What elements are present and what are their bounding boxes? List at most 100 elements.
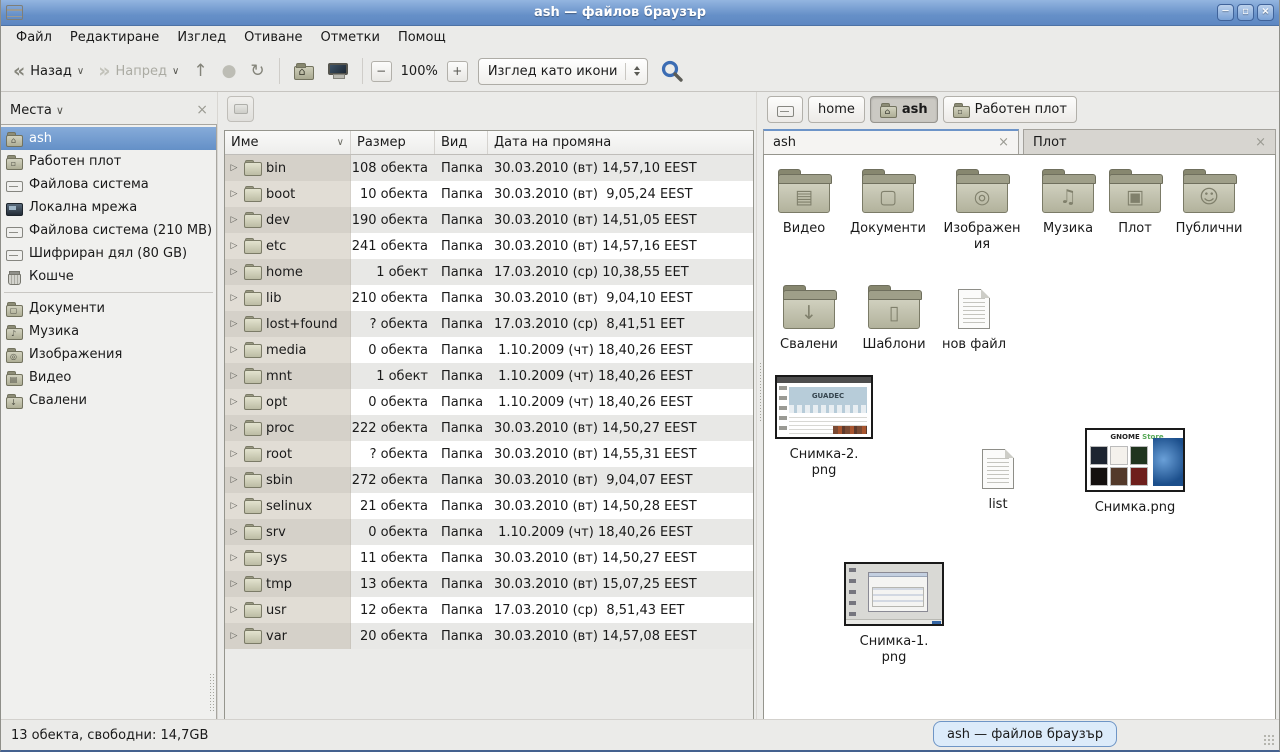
back-history-dropdown-icon[interactable]: ∨ [77, 66, 84, 77]
expander-icon[interactable]: ▷ [229, 241, 239, 251]
close-tab-icon[interactable]: × [990, 135, 1009, 150]
file-item-snimka2[interactable]: GUADEC Снимка-2. png [774, 375, 874, 479]
folder-item-templates[interactable]: ▯ Шаблони [856, 283, 932, 353]
table-row[interactable]: ▷var 20 обектаПапка30.03.2010 (вт) 14,57… [225, 623, 753, 649]
column-header-modified[interactable]: Дата на промяна [488, 131, 753, 154]
table-row[interactable]: ▷sys 11 обектаПапка30.03.2010 (вт) 14,50… [225, 545, 753, 571]
table-row[interactable]: ▷proc 222 обектаПапка30.03.2010 (вт) 14,… [225, 415, 753, 441]
table-row[interactable]: ▷opt 0 обектаПапка 1.10.2009 (чт) 18,40,… [225, 389, 753, 415]
menu-edit[interactable]: Редактиране [61, 26, 168, 51]
table-row[interactable]: ▷usr 12 обектаПапка17.03.2010 (ср) 8,51,… [225, 597, 753, 623]
breadcrumb-desktop-button[interactable]: ▫ Работен плот [943, 96, 1077, 123]
table-row[interactable]: ▷mnt 1 обектПапка 1.10.2009 (чт) 18,40,2… [225, 363, 753, 389]
close-tab-icon[interactable]: × [1247, 135, 1266, 150]
table-row[interactable]: ▷root ? обектаПапка30.03.2010 (вт) 14,55… [225, 441, 753, 467]
expander-icon[interactable]: ▷ [229, 579, 239, 589]
sidebar-item-filesystem[interactable]: Файлова система [1, 173, 216, 196]
folder-item-music[interactable]: ♫ Музика [1030, 167, 1106, 237]
expander-icon[interactable]: ▷ [229, 423, 239, 433]
minimize-icon[interactable]: ─ [1217, 4, 1234, 21]
sidebar-item-encrypted-80gb[interactable]: Шифриран дял (80 GB) [1, 242, 216, 265]
expander-icon[interactable]: ▷ [229, 527, 239, 537]
places-selector[interactable]: Места [10, 103, 52, 118]
folder-item-pictures[interactable]: ◎ Изображен ия [944, 167, 1020, 253]
expander-icon[interactable]: ▷ [229, 397, 239, 407]
expander-icon[interactable]: ▷ [229, 501, 239, 511]
column-header-name[interactable]: Име ∨ [225, 131, 351, 154]
file-item-snimka[interactable]: GNOME Store Снимка.png [1082, 428, 1188, 516]
reload-button[interactable]: ↻ [244, 57, 270, 85]
sidebar-item-downloads[interactable]: ↓ Свалени [1, 389, 216, 412]
tree-location-button[interactable] [227, 96, 254, 122]
folder-item-public[interactable]: ☺ Публични [1171, 167, 1247, 237]
table-row[interactable]: ▷sbin 272 обектаПапка30.03.2010 (вт) 9,0… [225, 467, 753, 493]
titlebar[interactable]: ash — файлов браузър ─ ▫ × [1, 0, 1279, 26]
maximize-icon[interactable]: ▫ [1237, 4, 1254, 21]
sidebar-item-music[interactable]: ♪ Музика [1, 320, 216, 343]
sidebar-item-filesystem-210mb[interactable]: Файлова система (210 MB) [1, 219, 216, 242]
table-row[interactable]: ▷selinux 21 обектаПапка30.03.2010 (вт) 1… [225, 493, 753, 519]
table-row[interactable]: ▷srv 0 обектаПапка 1.10.2009 (чт) 18,40,… [225, 519, 753, 545]
column-header-size[interactable]: Размер [351, 131, 435, 154]
expander-icon[interactable]: ▷ [229, 189, 239, 199]
sidebar-item-local-network[interactable]: Локална мрежа [1, 196, 216, 219]
zoom-in-button[interactable]: + [447, 61, 468, 82]
expander-icon[interactable]: ▷ [229, 449, 239, 459]
file-item-list[interactable]: list [960, 443, 1036, 513]
table-row[interactable]: ▷boot 10 обектаПапка30.03.2010 (вт) 9,05… [225, 181, 753, 207]
home-button[interactable] [288, 58, 320, 85]
expander-icon[interactable]: ▷ [229, 553, 239, 563]
expander-icon[interactable]: ▷ [229, 293, 239, 303]
expander-icon[interactable]: ▷ [229, 267, 239, 277]
tab-ash[interactable]: ash × [763, 129, 1019, 154]
folder-item-desktop[interactable]: ▣ Плот [1097, 167, 1173, 237]
file-item-new-file[interactable]: нов файл [936, 283, 1012, 353]
pane-resize-grip[interactable] [209, 673, 214, 711]
table-row[interactable]: ▷tmp 13 обектаПапка30.03.2010 (вт) 15,07… [225, 571, 753, 597]
window-resize-grip[interactable] [1263, 734, 1276, 747]
search-icon[interactable] [660, 59, 684, 83]
table-row[interactable]: ▷etc 241 обектаПапка30.03.2010 (вт) 14,5… [225, 233, 753, 259]
icon-view[interactable]: ▤ Видео ▢ Документи ◎ Изображен ия ♫ Муз… [763, 154, 1276, 719]
menu-file[interactable]: Файл [7, 26, 61, 51]
expander-icon[interactable]: ▷ [229, 631, 239, 641]
expander-icon[interactable]: ▷ [229, 345, 239, 355]
folder-item-video[interactable]: ▤ Видео [766, 167, 842, 237]
back-button[interactable]: « Назад ∨ [7, 58, 90, 84]
folder-item-downloads[interactable]: ↓ Свалени [771, 283, 847, 353]
folder-item-documents[interactable]: ▢ Документи [850, 167, 926, 237]
expander-icon[interactable]: ▷ [229, 475, 239, 485]
sidebar-item-video[interactable]: ▤ Видео [1, 366, 216, 389]
table-row[interactable]: ▷media 0 обектаПапка 1.10.2009 (чт) 18,4… [225, 337, 753, 363]
expander-icon[interactable]: ▷ [229, 163, 239, 173]
expander-icon[interactable]: ▷ [229, 605, 239, 615]
tab-plot[interactable]: Плот × [1023, 129, 1276, 154]
table-row[interactable]: ▷dev 190 обектаПапка30.03.2010 (вт) 14,5… [225, 207, 753, 233]
menu-bookmarks[interactable]: Отметки [311, 26, 388, 51]
breadcrumb-ash-button[interactable]: ⌂ ash [870, 96, 938, 123]
computer-button[interactable] [322, 58, 354, 84]
sidebar-item-desktop[interactable]: ▫ Работен плот [1, 150, 216, 173]
column-header-type[interactable]: Вид [435, 131, 488, 154]
menu-view[interactable]: Изглед [168, 26, 235, 51]
sidebar-item-pictures[interactable]: ◎ Изображения [1, 343, 216, 366]
zoom-out-button[interactable]: − [371, 61, 392, 82]
breadcrumb-home-button[interactable]: home [808, 96, 865, 123]
sidebar-item-trash[interactable]: Кошче [1, 265, 216, 288]
expander-icon[interactable]: ▷ [229, 371, 239, 381]
stop-button[interactable]: ● [216, 57, 243, 85]
forward-button[interactable]: » Напред ∨ [92, 58, 185, 84]
sidebar-item-ash[interactable]: ⌂ ash [1, 127, 216, 150]
file-item-snimka1[interactable]: Снимка-1. png [841, 562, 947, 666]
menu-help[interactable]: Помощ [389, 26, 455, 51]
pane-divider-handle[interactable] [756, 92, 763, 719]
expander-icon[interactable]: ▷ [229, 215, 239, 225]
table-row[interactable]: ▷lib 210 обектаПапка30.03.2010 (вт) 9,04… [225, 285, 753, 311]
close-icon[interactable]: × [1257, 4, 1274, 21]
view-mode-select[interactable]: Изглед като икони [478, 58, 649, 85]
chevron-down-icon[interactable]: ∨ [56, 104, 64, 117]
sidebar-item-documents[interactable]: ▢ Документи [1, 297, 216, 320]
close-sidebar-icon[interactable]: × [196, 102, 208, 118]
breadcrumb-root-button[interactable] [767, 96, 803, 123]
expander-icon[interactable]: ▷ [229, 319, 239, 329]
